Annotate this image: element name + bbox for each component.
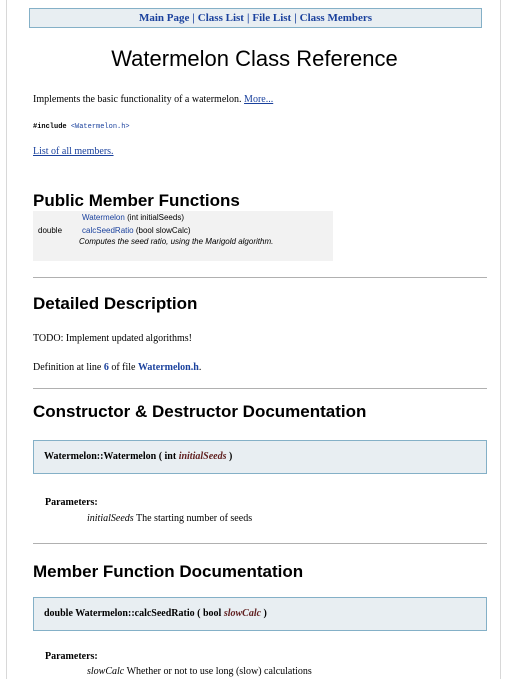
definition-prefix: Definition at line <box>33 362 102 373</box>
member-function-heading: Member Function Documentation <box>33 562 304 581</box>
definition-suffix: . <box>198 362 202 373</box>
navigation-bar: Main Page | Class List | File List | Class Mem… <box>29 8 482 28</box>
all-members-link[interactable]: List of all members. <box>33 146 114 157</box>
parameters-label: Parameters: <box>45 651 98 662</box>
signature-suffix: ) <box>228 451 233 462</box>
page-title: Watermelon Class Reference <box>111 46 398 71</box>
member-signature: Watermelon (int initialSeeds) <box>82 213 184 222</box>
signature-param: slowCalc <box>223 608 262 619</box>
member-function-signature: double Watermelon::calcSeedRatio ( bool … <box>33 597 487 631</box>
nav-separator: | <box>192 12 195 24</box>
definition-mid: of file <box>111 362 136 373</box>
brief-description: Implements the basic functionality of a … <box>33 94 273 105</box>
param-text: The starting number of seeds <box>136 513 253 524</box>
detailed-description-heading: Detailed Description <box>33 294 198 313</box>
member-params: (bool slowCalc) <box>135 226 191 235</box>
public-member-functions-heading: Public Member Functions <box>33 191 240 210</box>
brief-text: Implements the basic functionality of a … <box>33 94 242 105</box>
nav-separator: | <box>294 12 297 24</box>
signature-param: initialSeeds <box>178 451 227 462</box>
include-line: #include <Watermelon.h> <box>33 123 130 131</box>
include-file-link[interactable]: <Watermelon.h> <box>71 123 130 131</box>
member-params: (int initialSeeds) <box>127 213 184 222</box>
section-divider <box>33 388 487 389</box>
member-functions-table: Watermelon (int initialSeeds) double cal… <box>33 211 333 261</box>
line-number-link[interactable]: 6 <box>104 362 109 373</box>
member-link-calcseedratio[interactable]: calcSeedRatio <box>82 226 134 235</box>
file-link[interactable]: Watermelon.h <box>138 362 199 373</box>
include-directive: #include <box>33 123 67 131</box>
parameter-description: initialSeeds The starting number of seed… <box>87 513 252 524</box>
more-link[interactable]: More... <box>244 94 273 105</box>
section-divider <box>33 277 487 278</box>
param-name: initialSeeds <box>87 513 134 524</box>
member-description: Computes the seed ratio, using the Marig… <box>79 237 274 246</box>
nav-file-list[interactable]: File List <box>252 12 291 24</box>
nav-class-list[interactable]: Class List <box>198 12 244 24</box>
definition-line: Definition at line 6 of file Watermelon.… <box>33 362 201 373</box>
signature-prefix: double Watermelon::calcSeedRatio ( bool <box>44 608 222 619</box>
member-signature: calcSeedRatio (bool slowCalc) <box>82 226 191 235</box>
nav-main-page[interactable]: Main Page <box>139 12 189 24</box>
signature-suffix: ) <box>263 608 267 619</box>
signature-prefix: Watermelon::Watermelon ( int <box>44 451 177 462</box>
section-divider <box>33 543 487 544</box>
parameters-label: Parameters: <box>45 497 98 508</box>
todo-text: TODO: Implement updated algorithms! <box>33 333 192 344</box>
param-text: Whether or not to use long (slow) calcul… <box>126 666 312 677</box>
nav-class-members[interactable]: Class Members <box>300 12 372 24</box>
return-type: double <box>38 226 63 235</box>
constructor-heading: Constructor & Destructor Documentation <box>33 402 367 421</box>
parameter-description: slowCalc Whether or not to use long (slo… <box>87 666 312 677</box>
member-link-watermelon[interactable]: Watermelon <box>82 213 125 222</box>
param-name: slowCalc <box>87 666 125 677</box>
constructor-signature: Watermelon::Watermelon ( int initialSeed… <box>33 440 487 474</box>
